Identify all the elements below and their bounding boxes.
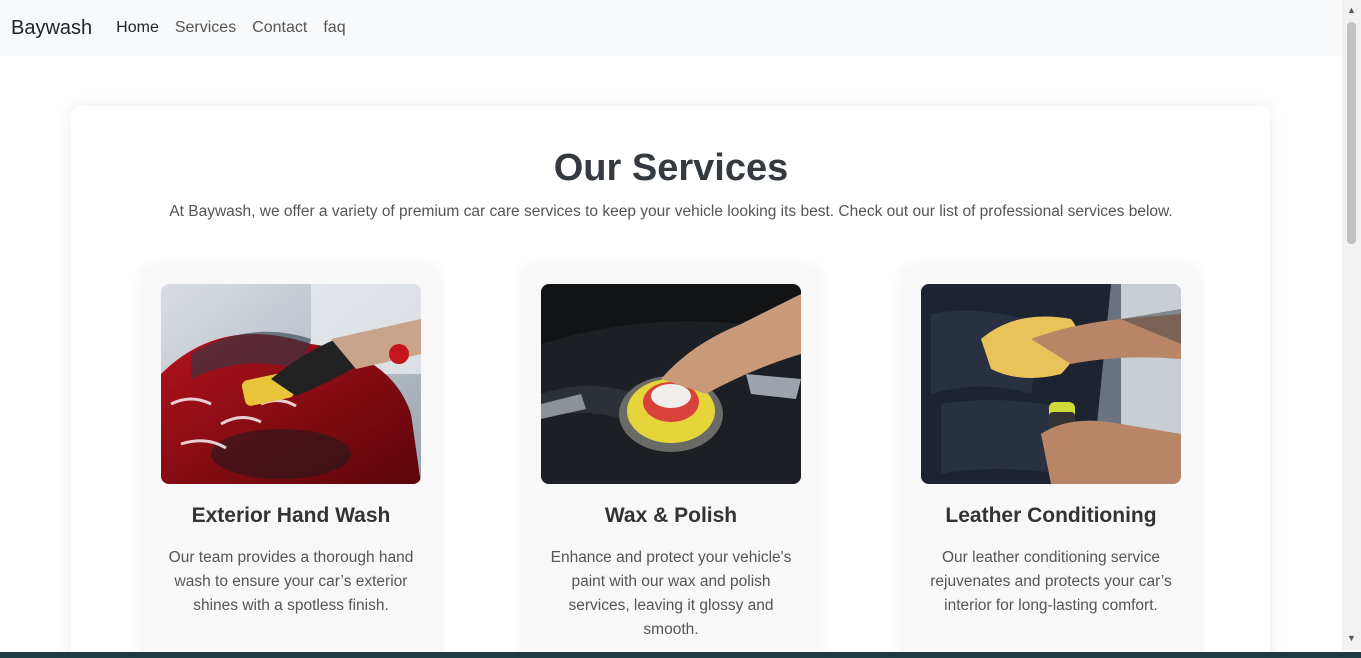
nav-link-faq[interactable]: faq [323, 19, 345, 37]
service-card-leather-conditioning: Leather Conditioning Our leather conditi… [901, 266, 1201, 658]
service-image-leather [921, 284, 1181, 484]
nav-link-home[interactable]: Home [116, 19, 159, 37]
page-scrollbar[interactable]: ▲ ▼ [1342, 0, 1361, 650]
service-title: Wax & Polish [604, 504, 738, 527]
nav-link-services[interactable]: Services [175, 19, 236, 37]
service-card-wax-polish: Wax & Polish Enhance and protect your ve… [521, 266, 821, 658]
service-title: Exterior Hand Wash [191, 504, 391, 527]
service-title: Leather Conditioning [945, 504, 1157, 527]
page-intro: At Baywash, we offer a variety of premiu… [169, 203, 1173, 220]
page-title: Our Services [553, 147, 789, 189]
service-description: Enhance and protect your vehicle's paint… [550, 549, 792, 638]
service-image-hand-wash [161, 284, 421, 484]
service-description: Our leather conditioning service rejuven… [930, 549, 1172, 614]
brand-logo[interactable]: Baywash [11, 17, 92, 40]
scroll-up-arrow-icon[interactable]: ▲ [1342, 2, 1361, 18]
nav-link-contact[interactable]: Contact [252, 19, 307, 37]
scrollbar-thumb[interactable] [1347, 22, 1356, 244]
service-card-exterior-hand-wash: Exterior Hand Wash Our team provides a t… [141, 266, 441, 658]
service-image-wax-polish [541, 284, 801, 484]
scroll-down-arrow-icon[interactable]: ▼ [1342, 630, 1361, 646]
taskbar-strip [0, 652, 1361, 658]
service-description: Our team provides a thorough hand wash t… [168, 549, 414, 614]
navbar: Baywash Home Services Contact faq [0, 0, 1342, 56]
